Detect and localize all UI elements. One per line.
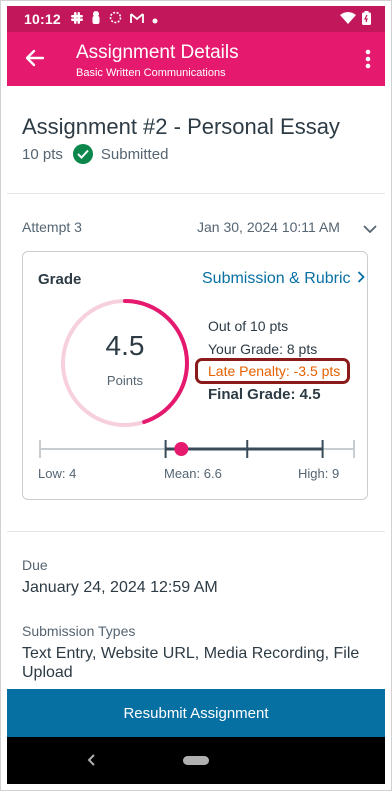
dot-icon bbox=[152, 11, 158, 27]
person-icon bbox=[91, 11, 101, 27]
app-bar-subtitle: Basic Written Communications bbox=[76, 67, 226, 79]
grade-ring bbox=[61, 299, 189, 427]
check-circle-icon bbox=[72, 144, 93, 164]
gmail-icon bbox=[129, 11, 144, 27]
late-penalty: Late Penalty: -3.5 pts bbox=[208, 363, 341, 379]
chevron-down-icon[interactable] bbox=[363, 221, 377, 234]
battery-icon bbox=[362, 10, 371, 28]
app-bar-title: Assignment Details bbox=[76, 42, 239, 63]
grade-score: 4.5 bbox=[105, 330, 145, 361]
app-bar: Assignment Details Basic Written Communi… bbox=[7, 32, 385, 86]
grade-score-unit: Points bbox=[106, 373, 144, 388]
distribution-mean-label: Mean: 6.6 bbox=[164, 466, 222, 481]
wifi-icon bbox=[340, 11, 356, 27]
grade-distribution-bar bbox=[39, 440, 355, 458]
status-bar: 10:12 bbox=[7, 6, 385, 32]
divider bbox=[7, 193, 385, 194]
due-value: January 24, 2024 12:59 AM bbox=[22, 579, 218, 596]
assignment-details-content[interactable]: Assignment #2 - Personal Essay 10 pts Su… bbox=[7, 86, 385, 689]
grade-card: Grade Submission & Rubric 4.5 Points Out… bbox=[22, 251, 368, 500]
assignment-points-row: 10 pts Submitted bbox=[22, 144, 168, 164]
submission-types-value: Text Entry, Website URL, Media Recording… bbox=[22, 645, 360, 681]
final-grade: Final Grade: 4.5 bbox=[208, 386, 321, 403]
grade-label: Grade bbox=[38, 271, 82, 288]
grade-out-of: Out of 10 pts bbox=[208, 318, 289, 334]
distribution-high-label: High: 9 bbox=[298, 466, 340, 481]
your-grade: Your Grade: 8 pts bbox=[208, 341, 318, 357]
submission-status: Submitted bbox=[100, 145, 169, 163]
nav-back-icon[interactable] bbox=[87, 753, 97, 767]
nav-home-pill-icon[interactable] bbox=[183, 756, 209, 765]
chevron-right-icon bbox=[357, 270, 365, 288]
attempt-label: Attempt 3 bbox=[22, 219, 82, 235]
divider bbox=[7, 531, 385, 532]
assignment-title: Assignment #2 - Personal Essay bbox=[22, 114, 340, 139]
submission-types-label: Submission Types bbox=[22, 623, 136, 639]
more-options-icon[interactable] bbox=[365, 48, 371, 70]
status-time: 10:12 bbox=[24, 11, 61, 27]
assignment-points: 10 pts bbox=[22, 145, 63, 163]
distribution-score-marker bbox=[174, 442, 189, 456]
back-arrow-icon[interactable] bbox=[23, 46, 47, 70]
distribution-low-label: Low: 4 bbox=[38, 466, 77, 481]
system-nav-bar bbox=[7, 737, 385, 784]
due-label: Due bbox=[22, 557, 48, 573]
submission-rubric-label: Submission & Rubric bbox=[202, 270, 351, 287]
resubmit-assignment-button[interactable]: Resubmit Assignment bbox=[7, 689, 385, 737]
slack-icon bbox=[70, 11, 83, 27]
sync-icon bbox=[109, 11, 122, 27]
submission-rubric-link[interactable]: Submission & Rubric bbox=[202, 270, 365, 288]
attempt-date[interactable]: Jan 30, 2024 10:11 AM bbox=[197, 219, 340, 235]
